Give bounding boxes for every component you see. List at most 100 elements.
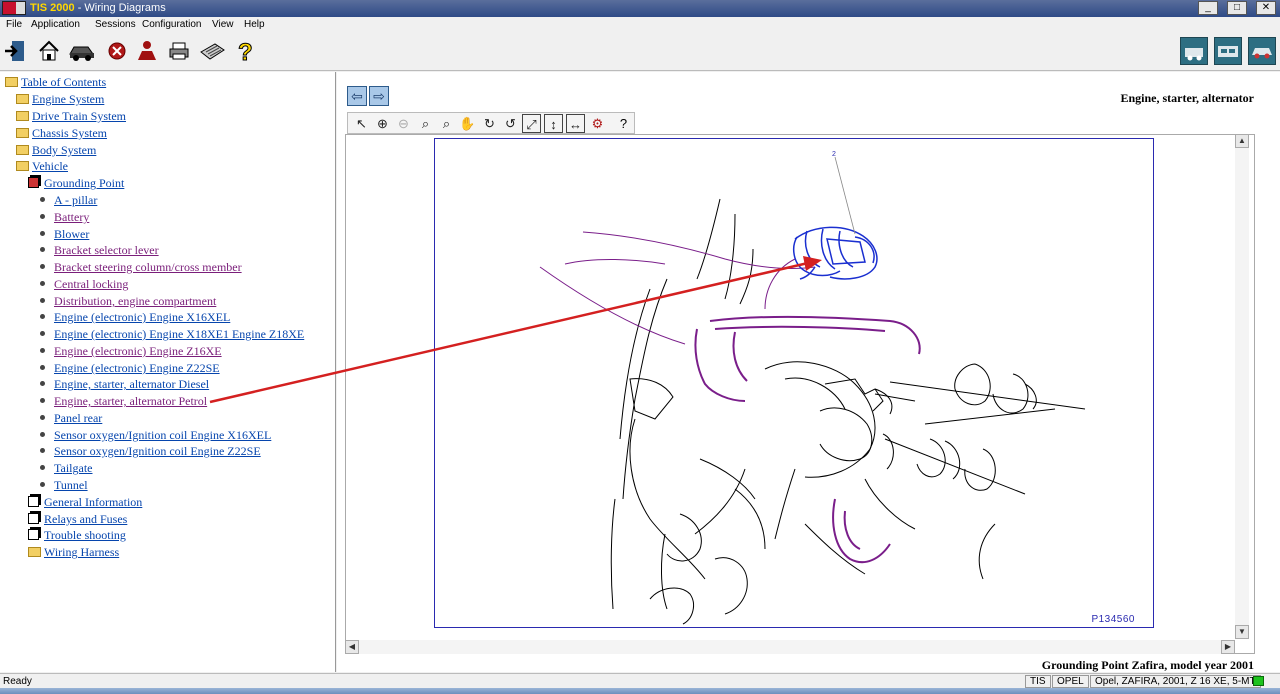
toc-root-link[interactable]: Table of Contents bbox=[21, 75, 106, 89]
menu-application[interactable]: Application bbox=[31, 19, 80, 30]
tree-leaf-link[interactable]: Engine (electronic) Engine Z16XE bbox=[54, 344, 222, 358]
tree-leaf[interactable]: Bracket steering column/cross member bbox=[40, 260, 242, 276]
tree-item[interactable]: Trouble shooting bbox=[28, 528, 126, 544]
rotate-cw-icon[interactable]: ↻ bbox=[480, 114, 499, 133]
fit-height-icon[interactable]: ↕ bbox=[544, 114, 563, 133]
toc-root[interactable]: Table of Contents bbox=[5, 75, 106, 91]
rotate-ccw-icon[interactable]: ↺ bbox=[501, 114, 520, 133]
select-tool-icon[interactable]: ↖ bbox=[352, 114, 371, 133]
keyboard-icon[interactable] bbox=[198, 38, 225, 64]
tree-leaf[interactable]: Battery bbox=[40, 210, 89, 226]
tree-leaf[interactable]: Blower bbox=[40, 227, 89, 243]
tree-leaf-link[interactable]: Engine (electronic) Engine X18XE1 Engine… bbox=[54, 327, 304, 341]
tree-item[interactable]: Wiring Harness bbox=[28, 545, 119, 561]
tree-leaf-link[interactable]: Distribution, engine compartment bbox=[54, 294, 216, 308]
tree-item-link[interactable]: Wiring Harness bbox=[44, 545, 119, 559]
tree-item[interactable]: Chassis System bbox=[16, 126, 107, 142]
close-button[interactable]: ✕ bbox=[1256, 1, 1276, 15]
fit-width-icon[interactable]: ↔ bbox=[566, 114, 585, 133]
tree-item[interactable]: General Information bbox=[28, 495, 142, 511]
wiring-diagram[interactable]: 2 P134560 bbox=[434, 138, 1154, 628]
color-icon[interactable]: ⚙ bbox=[588, 114, 607, 133]
tree-item-link[interactable]: Relays and Fuses bbox=[44, 512, 127, 526]
tree-item-link[interactable]: Vehicle bbox=[32, 159, 68, 173]
tree-leaf[interactable]: Panel rear bbox=[40, 411, 102, 427]
tree-leaf[interactable]: Sensor oxygen/Ignition coil Engine Z22SE bbox=[40, 444, 261, 460]
tree-item[interactable]: Vehicle bbox=[16, 159, 68, 175]
tree-leaf-link[interactable]: Panel rear bbox=[54, 411, 102, 425]
tree-item-link[interactable]: General Information bbox=[44, 495, 142, 509]
home-icon[interactable] bbox=[36, 38, 62, 64]
car-module-icon[interactable] bbox=[1214, 37, 1242, 65]
tree-leaf[interactable]: A - pillar bbox=[40, 193, 97, 209]
menu-sessions[interactable]: Sessions bbox=[95, 19, 136, 30]
tree-leaf-link[interactable]: A - pillar bbox=[54, 193, 97, 207]
tree-item-link[interactable]: Grounding Point bbox=[44, 176, 124, 190]
tree-leaf[interactable]: Sensor oxygen/Ignition coil Engine X16XE… bbox=[40, 428, 271, 444]
tree-leaf[interactable]: Engine (electronic) Engine X18XE1 Engine… bbox=[40, 327, 304, 343]
scroll-down-button[interactable]: ▼ bbox=[1235, 625, 1249, 639]
scroll-up-button[interactable]: ▲ bbox=[1235, 134, 1249, 148]
vehicle-icon[interactable] bbox=[68, 38, 94, 64]
tree-leaf-link[interactable]: Engine, starter, alternator Petrol bbox=[54, 394, 207, 408]
tree-item[interactable]: Relays and Fuses bbox=[28, 512, 127, 528]
tree-item[interactable]: Drive Train System bbox=[16, 109, 126, 125]
tree-leaf-link[interactable]: Sensor oxygen/Ignition coil Engine Z22SE bbox=[54, 444, 261, 458]
tree-item-link[interactable]: Drive Train System bbox=[32, 109, 126, 123]
minimize-button[interactable]: _ bbox=[1198, 1, 1218, 15]
horizontal-scrollbar[interactable]: ◀ ▶ bbox=[345, 640, 1235, 654]
tree-item-link[interactable]: Engine System bbox=[32, 92, 104, 106]
nav-forward-button[interactable]: ⇨ bbox=[369, 86, 389, 106]
zoom-area-icon[interactable]: ⌕ bbox=[437, 114, 456, 133]
tree-leaf-link[interactable]: Bracket steering column/cross member bbox=[54, 260, 242, 274]
menu-file[interactable]: File bbox=[6, 19, 22, 30]
menu-configuration[interactable]: Configuration bbox=[142, 19, 201, 30]
fit-all-icon[interactable]: ⤢ bbox=[522, 114, 541, 133]
scroll-left-button[interactable]: ◀ bbox=[345, 640, 359, 654]
pan-icon[interactable]: ✋ bbox=[458, 114, 477, 133]
menu-help[interactable]: Help bbox=[244, 19, 265, 30]
tree-leaf-link[interactable]: Engine, starter, alternator Diesel bbox=[54, 377, 209, 391]
tree-leaf[interactable]: Tailgate bbox=[40, 461, 92, 477]
tree-item[interactable]: Engine System bbox=[16, 92, 104, 108]
tree-leaf[interactable]: Engine, starter, alternator Diesel bbox=[40, 377, 209, 393]
tree-item-link[interactable]: Trouble shooting bbox=[44, 528, 126, 542]
help-icon[interactable]: ? bbox=[232, 38, 258, 67]
tree-leaf[interactable]: Tunnel bbox=[40, 478, 88, 494]
tree-leaf[interactable]: Central locking bbox=[40, 277, 128, 293]
tree-leaf-link[interactable]: Engine (electronic) Engine Z22SE bbox=[54, 361, 220, 375]
person-icon[interactable] bbox=[134, 38, 160, 64]
zoom-out-icon[interactable]: ⊖ bbox=[394, 114, 413, 133]
scroll-right-button[interactable]: ▶ bbox=[1221, 640, 1235, 654]
tree-item-link[interactable]: Chassis System bbox=[32, 126, 107, 140]
tree-leaf-link[interactable]: Tunnel bbox=[54, 478, 88, 492]
maximize-button[interactable]: □ bbox=[1227, 1, 1247, 15]
zoom-icon[interactable]: ⌕ bbox=[416, 114, 435, 133]
exit-icon[interactable] bbox=[3, 38, 29, 64]
diagram-viewport[interactable]: 2 P134560 bbox=[345, 134, 1255, 654]
stop-icon[interactable] bbox=[104, 38, 130, 64]
tree-leaf-link[interactable]: Blower bbox=[54, 227, 89, 241]
tree-item[interactable]: Grounding Point bbox=[28, 176, 124, 192]
tree-leaf-link[interactable]: Battery bbox=[54, 210, 89, 224]
zoom-in-icon[interactable]: ⊕ bbox=[373, 114, 392, 133]
tree-item[interactable]: Body System bbox=[16, 143, 96, 159]
print-icon[interactable] bbox=[166, 38, 192, 64]
tree-leaf-link[interactable]: Sensor oxygen/Ignition coil Engine X16XE… bbox=[54, 428, 271, 442]
vertical-scrollbar[interactable]: ▲ ▼ bbox=[1235, 134, 1249, 639]
tree-leaf-link[interactable]: Engine (electronic) Engine X16XEL bbox=[54, 310, 230, 324]
tree-leaf-link[interactable]: Tailgate bbox=[54, 461, 92, 475]
tree-leaf[interactable]: Engine (electronic) Engine Z22SE bbox=[40, 361, 220, 377]
tree-leaf[interactable]: Engine (electronic) Engine X16XEL bbox=[40, 310, 230, 326]
tree-leaf[interactable]: Bracket selector lever bbox=[40, 243, 159, 259]
tree-leaf-selected[interactable]: Engine, starter, alternator Petrol bbox=[40, 394, 207, 410]
vehicle-diagnostic-icon[interactable] bbox=[1180, 37, 1208, 65]
nav-back-button[interactable]: ⇦ bbox=[347, 86, 367, 106]
tree-leaf[interactable]: Distribution, engine compartment bbox=[40, 294, 216, 310]
tree-leaf-link[interactable]: Central locking bbox=[54, 277, 128, 291]
car-settings-icon[interactable] bbox=[1248, 37, 1276, 65]
help-icon[interactable]: ? bbox=[614, 114, 633, 133]
tree-leaf-link[interactable]: Bracket selector lever bbox=[54, 243, 159, 257]
tree-leaf[interactable]: Engine (electronic) Engine Z16XE bbox=[40, 344, 222, 360]
tree-item-link[interactable]: Body System bbox=[32, 143, 96, 157]
